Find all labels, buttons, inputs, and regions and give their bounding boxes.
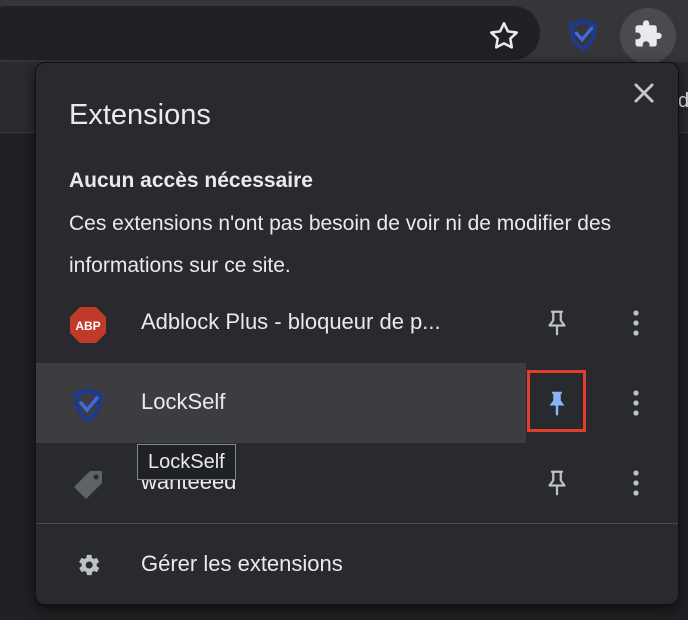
extension-row-lockself[interactable]: LockSelf bbox=[36, 363, 526, 443]
extension-name: Adblock Plus - bloqueur de p... bbox=[141, 309, 441, 334]
tag-icon bbox=[68, 465, 108, 505]
lockself-shield-icon[interactable] bbox=[564, 16, 602, 54]
puzzle-icon bbox=[633, 19, 663, 54]
extension-row-adblock-plus[interactable]: ABP Adblock Plus - bloqueur de p... bbox=[36, 283, 678, 363]
address-bar[interactable] bbox=[0, 6, 540, 60]
pin-highlight-box bbox=[527, 370, 586, 432]
abp-icon-text: ABP bbox=[75, 319, 100, 333]
pin-icon[interactable] bbox=[542, 468, 572, 498]
browser-toolbar bbox=[0, 0, 688, 64]
menu-title: Extensions bbox=[69, 99, 211, 131]
extension-row-wanteeed[interactable]: wanteeed bbox=[36, 443, 678, 523]
tooltip: LockSelf bbox=[137, 444, 236, 480]
divider bbox=[36, 523, 678, 524]
abp-icon: ABP bbox=[68, 305, 108, 345]
close-icon[interactable] bbox=[630, 79, 658, 107]
lockself-shield-icon bbox=[68, 385, 108, 425]
more-options-icon[interactable] bbox=[626, 387, 646, 419]
section-title: Aucun accès nécessaire bbox=[69, 169, 313, 192]
extensions-button[interactable] bbox=[620, 8, 676, 64]
extension-name: LockSelf bbox=[141, 389, 226, 414]
extensions-menu: Extensions Aucun accès nécessaire Ces ex… bbox=[35, 62, 679, 605]
star-outline-icon[interactable] bbox=[486, 18, 522, 54]
section-description: Ces extensions n'ont pas besoin de voir … bbox=[69, 212, 612, 277]
pin-icon[interactable] bbox=[542, 308, 572, 338]
gear-icon bbox=[74, 551, 102, 579]
manage-extensions-label: Gérer les extensions bbox=[141, 551, 343, 576]
more-options-icon[interactable] bbox=[626, 307, 646, 339]
more-options-icon[interactable] bbox=[626, 467, 646, 499]
page-edge-text: d bbox=[678, 90, 688, 112]
manage-extensions-item[interactable]: Gérer les extensions bbox=[36, 525, 678, 603]
